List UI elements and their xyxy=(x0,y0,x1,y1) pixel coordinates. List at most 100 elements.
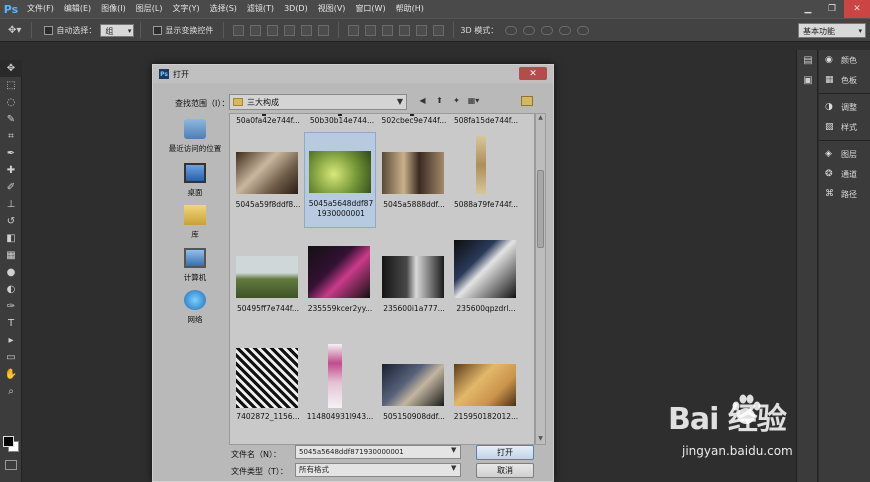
file-item[interactable]: 114804931l943... xyxy=(304,340,376,432)
properties-panel-icon[interactable]: ▣ xyxy=(797,70,819,90)
look-in-dropdown[interactable]: 三大构成 ▼ xyxy=(229,94,407,110)
shape-tool-icon[interactable]: ▭ xyxy=(0,349,22,366)
file-type-dropdown[interactable]: 所有格式 xyxy=(295,463,461,477)
move-tool-icon[interactable]: ✥ xyxy=(0,60,22,77)
color-swatches[interactable] xyxy=(2,434,20,454)
file-item[interactable]: 50495ff7e744f... xyxy=(232,238,304,330)
up-folder-icon[interactable]: ⬆ xyxy=(434,95,445,106)
distribute-left-icon[interactable] xyxy=(399,24,411,36)
path-select-icon[interactable]: ▸ xyxy=(0,332,22,349)
place-recent[interactable]: 最近访问的位置 xyxy=(161,119,229,154)
view-menu-icon[interactable]: ▦▾ xyxy=(468,95,480,106)
3d-rotate-icon[interactable] xyxy=(505,25,518,35)
brush-tool-icon[interactable]: ✐ xyxy=(0,179,22,196)
align-vcenter-icon[interactable] xyxy=(250,24,262,36)
menu-image[interactable]: 图像(I) xyxy=(96,0,131,18)
menu-file[interactable]: 文件(F) xyxy=(22,0,59,18)
minimize-button[interactable]: ▁ xyxy=(796,0,820,18)
foreground-color-swatch[interactable] xyxy=(3,436,14,447)
distribute-hcenter-icon[interactable] xyxy=(416,24,428,36)
file-item-selected[interactable]: 5045a5648ddf87 1930000001 xyxy=(304,132,376,228)
dock-color[interactable]: ◉ 颜色 xyxy=(819,50,870,70)
zoom-tool-icon[interactable]: ⌕ xyxy=(0,383,22,400)
eyedropper-tool-icon[interactable]: ✒ xyxy=(0,145,22,162)
dock-adjustments[interactable]: ◑ 调整 xyxy=(819,97,870,117)
menu-3d[interactable]: 3D(D) xyxy=(279,0,313,18)
place-library[interactable]: 库 xyxy=(161,205,229,240)
3d-slide-icon[interactable] xyxy=(559,25,572,35)
file-item[interactable]: 502cbec9e744f... xyxy=(378,114,450,130)
quick-mask-icon[interactable] xyxy=(5,460,17,470)
file-item[interactable]: 7402872_1156... xyxy=(232,340,304,432)
3d-roll-icon[interactable] xyxy=(523,25,536,35)
move-tool-icon[interactable]: ✥▾ xyxy=(8,25,21,36)
open-button[interactable]: 打开 xyxy=(476,445,534,460)
align-right-icon[interactable] xyxy=(318,24,330,36)
file-item[interactable]: 5045a59f8ddf8... xyxy=(232,134,304,226)
hand-tool-icon[interactable]: ✋ xyxy=(0,366,22,383)
dialog-titlebar[interactable]: Ps 打开 ✕ xyxy=(153,65,553,83)
show-transform-checkbox[interactable] xyxy=(153,25,163,35)
menu-view[interactable]: 视图(V) xyxy=(313,0,351,18)
auto-select-dropdown[interactable]: 组 xyxy=(100,23,135,38)
3d-pan-icon[interactable] xyxy=(541,25,554,35)
scroll-thumb[interactable] xyxy=(537,170,544,248)
file-item[interactable]: 5088a79fe744f... xyxy=(450,134,522,226)
menu-layer[interactable]: 图层(L) xyxy=(131,0,168,18)
close-button[interactable]: ✕ xyxy=(844,0,870,18)
align-top-icon[interactable] xyxy=(233,24,245,36)
file-item[interactable]: 508fa15de744f... xyxy=(450,114,522,130)
history-panel-icon[interactable]: ▤ xyxy=(797,50,819,70)
quick-select-tool-icon[interactable]: ✎ xyxy=(0,111,22,128)
file-item[interactable]: 215950182012... xyxy=(450,340,522,432)
lasso-tool-icon[interactable]: ◌ xyxy=(0,94,22,111)
file-item[interactable]: 235600qpzdrl... xyxy=(450,238,522,330)
align-hcenter-icon[interactable] xyxy=(301,24,313,36)
menu-filter[interactable]: 滤镜(T) xyxy=(242,0,279,18)
back-icon[interactable]: ◀ xyxy=(417,95,428,106)
scroll-up-icon[interactable]: ▲ xyxy=(536,114,545,123)
history-brush-icon[interactable]: ↺ xyxy=(0,213,22,230)
clone-stamp-icon[interactable]: ⊥ xyxy=(0,196,22,213)
dock-layers[interactable]: ◈ 图层 xyxy=(819,144,870,164)
new-folder-icon[interactable]: ✦ xyxy=(451,95,462,106)
chevron-down-icon[interactable]: ▼ xyxy=(451,446,456,454)
dock-channels[interactable]: ❂ 通道 xyxy=(819,164,870,184)
menu-type[interactable]: 文字(Y) xyxy=(167,0,204,18)
cancel-button[interactable]: 取消 xyxy=(476,463,534,478)
file-item[interactable]: 505150908ddf... xyxy=(378,340,450,432)
dock-styles[interactable]: ▨ 样式 xyxy=(819,117,870,137)
restore-button[interactable]: ❐ xyxy=(820,0,844,18)
workspace-dropdown[interactable]: 基本功能 xyxy=(798,23,866,39)
3d-scale-icon[interactable] xyxy=(577,25,590,35)
crop-tool-icon[interactable]: ⌗ xyxy=(0,128,22,145)
file-item[interactable]: 50b30b14e744... xyxy=(306,114,378,130)
distribute-vcenter-icon[interactable] xyxy=(365,24,377,36)
distribute-top-icon[interactable] xyxy=(348,24,360,36)
align-left-icon[interactable] xyxy=(284,24,296,36)
blur-tool-icon[interactable]: ● xyxy=(0,264,22,281)
type-tool-icon[interactable]: T xyxy=(0,315,22,332)
dock-swatches[interactable]: ▦ 色板 xyxy=(819,70,870,90)
file-item[interactable]: 5045a5888ddf... xyxy=(378,134,450,226)
distribute-right-icon[interactable] xyxy=(433,24,445,36)
file-item[interactable]: 235559kcer2yy... xyxy=(304,238,376,330)
menu-help[interactable]: 帮助(H) xyxy=(391,0,429,18)
chevron-down-icon[interactable]: ▼ xyxy=(451,464,456,472)
place-computer[interactable]: 计算机 xyxy=(161,248,229,283)
align-bottom-icon[interactable] xyxy=(267,24,279,36)
file-list-scrollbar[interactable]: ▲ ▼ xyxy=(535,113,546,445)
file-name-input[interactable]: 5045a5648ddf871930000001 xyxy=(295,445,461,459)
dodge-tool-icon[interactable]: ◐ xyxy=(0,281,22,298)
marquee-tool-icon[interactable]: ⬚ xyxy=(0,77,22,94)
distribute-bottom-icon[interactable] xyxy=(382,24,394,36)
scroll-down-icon[interactable]: ▼ xyxy=(536,435,545,444)
dock-paths[interactable]: ⌘ 路径 xyxy=(819,184,870,204)
menu-select[interactable]: 选择(S) xyxy=(205,0,242,18)
place-network[interactable]: 网络 xyxy=(161,290,229,325)
eraser-tool-icon[interactable]: ◧ xyxy=(0,230,22,247)
folder-preview-icon[interactable] xyxy=(521,96,533,106)
gradient-tool-icon[interactable]: ▦ xyxy=(0,247,22,264)
place-desktop[interactable]: 桌面 xyxy=(161,163,229,198)
healing-brush-icon[interactable]: ✚ xyxy=(0,162,22,179)
